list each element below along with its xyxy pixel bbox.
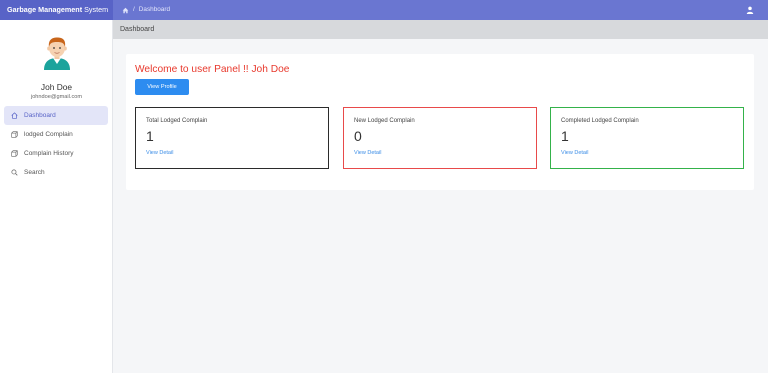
sidebar-item-complain-history[interactable]: Complain History [4,144,108,163]
breadcrumb-current: Dashboard [138,6,171,13]
stat-card-completed: Completed Lodged Complain 1 View Detail [550,107,744,169]
sidebar-item-label: Dashboard [24,112,56,119]
stat-value: 1 [146,128,154,144]
sidebar-item-label: Complain History [24,150,74,157]
search-icon [11,169,18,176]
welcome-message: Welcome to user Panel !! Joh Doe [135,64,290,75]
view-detail-link[interactable]: View Detail [561,150,588,156]
view-detail-link[interactable]: View Detail [354,150,381,156]
brand-title-light: System [84,5,109,14]
sidebar: Joh Doe johndoe@gmail.com Dashboard lodg… [0,20,113,373]
sidebar-item-dashboard[interactable]: Dashboard [4,106,108,125]
breadcrumb-separator: / [133,6,135,13]
page-title: Dashboard [120,26,155,33]
view-profile-button[interactable]: View Profile [135,79,189,95]
user-icon[interactable] [746,6,754,14]
user-email: johndoe@gmail.com [30,94,83,100]
user-name: Joh Doe [40,82,73,92]
box-icon [11,131,18,138]
stat-title: Total Lodged Complain [146,118,208,124]
home-icon [11,112,18,119]
top-navbar: Garbage Management System / Dashboard [0,0,768,20]
breadcrumb: / Dashboard [122,0,170,20]
stat-value: 0 [354,128,362,144]
home-icon[interactable] [122,7,129,14]
box-icon [11,150,18,157]
stat-card-total: Total Lodged Complain 1 View Detail [135,107,329,169]
avatar [44,37,70,70]
sidebar-item-lodged-complain[interactable]: lodged Complain [4,125,108,144]
stat-card-new: New Lodged Complain 0 View Detail [343,107,537,169]
dashboard-card: Welcome to user Panel !! Joh Doe View Pr… [126,54,754,190]
brand-logo[interactable]: Garbage Management System [0,0,113,20]
stat-title: New Lodged Complain [354,118,415,124]
sidebar-item-label: Search [24,169,45,176]
view-detail-link[interactable]: View Detail [146,150,173,156]
stat-title: Completed Lodged Complain [561,118,639,124]
stat-value: 1 [561,128,569,144]
page-header: Dashboard [113,20,768,39]
sidebar-item-label: lodged Complain [24,131,73,138]
brand-title-bold: Garbage Management [7,5,83,14]
sidebar-item-search[interactable]: Search [4,163,108,182]
sidebar-nav: Dashboard lodged Complain Complain Histo… [4,106,108,182]
